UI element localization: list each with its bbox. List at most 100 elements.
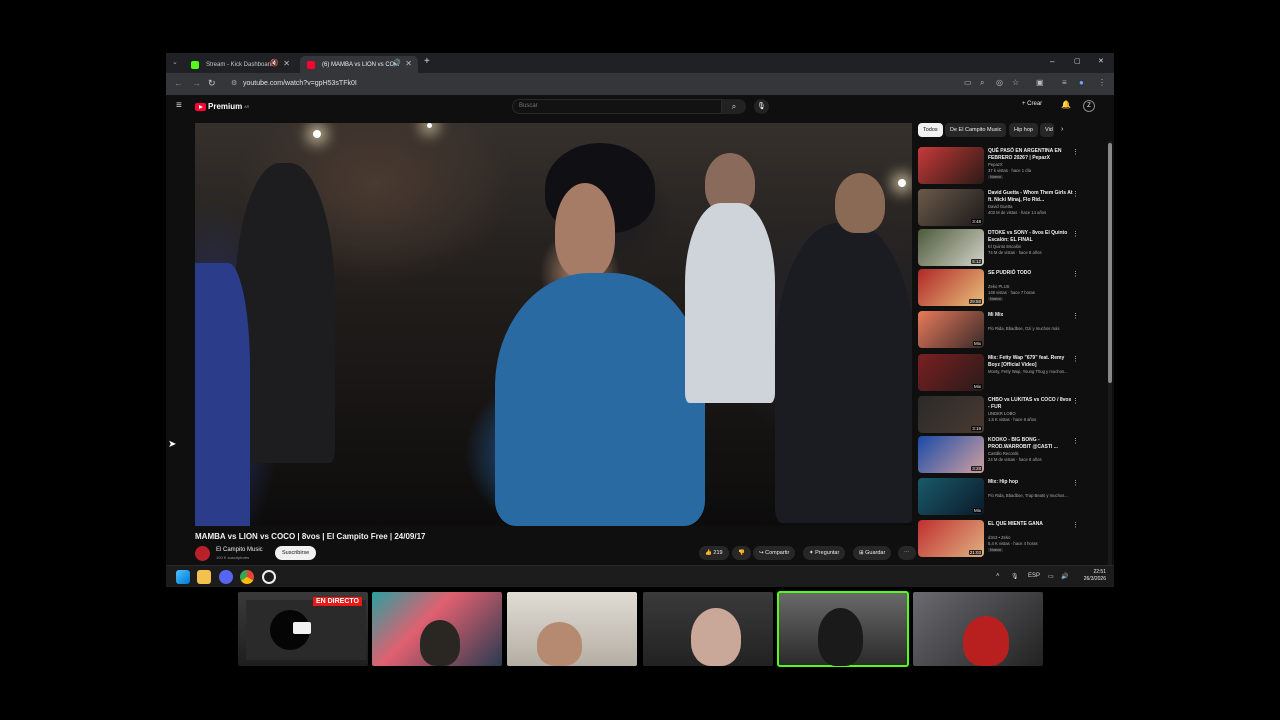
recommendation-channel[interactable]: UNDER LOBO [988,411,1074,416]
recommendation-channel[interactable]: Flo Rida, Bbadboe, Ozi y muchos más [988,326,1074,331]
dislike-button[interactable]: 👎 [732,546,751,560]
video-thumbnail[interactable] [918,147,984,184]
video-thumbnail[interactable]: 3:28 [918,436,984,473]
volume-icon[interactable]: 🔊 [1061,573,1068,580]
tray-overflow-icon[interactable]: ˄ [996,573,1000,579]
video-player[interactable] [195,123,912,526]
chrome-icon[interactable] [240,570,254,584]
close-tab-icon[interactable]: ✕ [405,59,412,68]
cast-icon[interactable]: ▭ [964,78,972,87]
cam-slot-live[interactable]: EN DIRECTO [238,592,368,666]
recommendation-item[interactable]: Mix Mix: Fetty Wap "679" feat. Remy Boyz … [918,354,1108,394]
reload-icon[interactable]: ↻ [208,78,216,89]
recommendation-channel[interactable]: David Guetta [988,204,1074,209]
speaker-icon[interactable]: 🔊 [392,59,401,67]
recommendation-channel[interactable]: PepazX [988,162,1074,167]
more-actions-button[interactable]: ⋯ [898,546,916,560]
recommendation-item[interactable]: 3:48 David Guetta - Whom Them Girls At ft… [918,189,1108,229]
zoom-icon[interactable]: ⌕ [980,78,984,88]
more-options-icon[interactable]: ⋮ [1072,312,1079,320]
video-thumbnail[interactable]: 5:12 [918,229,984,266]
profile-icon[interactable]: ● [1079,78,1084,87]
recommendation-item[interactable]: Mix Mix: Hip hop Flo Rida, Bbadboe, Trap B… [918,478,1108,518]
obs-icon[interactable] [262,570,276,584]
search-button[interactable]: ⌕ [722,99,746,114]
recommendation-item[interactable]: 3:19 CHBO vs LUKITAS vs COCO / 8vos - FUR… [918,396,1108,436]
minimize-button[interactable]: – [1050,57,1054,66]
clock[interactable]: 22:51 26/3/2026 [1084,569,1106,583]
chevron-right-icon[interactable]: › [1056,123,1068,137]
forward-icon[interactable]: → [192,78,201,88]
recommendation-item[interactable]: QUÉ PASÓ EN ARGENTINA EN FEBRERO 2026? |… [918,147,1108,187]
recommendation-item[interactable]: 29:58 SE PUDRIÓ TODO Zeko PLUS 148 vistas ·… [918,269,1108,309]
address-bar[interactable]: ⚙ youtube.com/watch?v=gpH53sTFk0I [226,76,956,92]
recommendation-title[interactable]: David Guetta - Whom Them Girls At ft. Ni… [988,190,1074,203]
more-options-icon[interactable]: ⋮ [1072,270,1079,278]
discord-icon[interactable] [219,570,233,584]
ask-button[interactable]: ✦ Preguntar [803,546,846,560]
account-avatar[interactable]: Z [1083,100,1095,112]
more-options-icon[interactable]: ⋮ [1072,190,1079,198]
mic-tray-icon[interactable]: 🎙 [1011,573,1019,580]
speaker-muted-icon[interactable]: 🔇 [270,59,279,67]
eye-off-icon[interactable]: ◎ [996,78,1003,87]
youtube-premium-logo[interactable]: Premium AR [195,102,249,111]
recommendation-item[interactable]: 21:03 EL QUE MIENTE GANA d3n3 • Zeko 5,4 K … [918,520,1108,560]
channel-avatar[interactable] [195,546,210,561]
scrollbar-thumb[interactable] [1108,143,1112,383]
recommendation-item[interactable]: 5:12 DTOKE vs SONY - 8vos El Quinto Escal… [918,229,1108,269]
recommendation-title[interactable]: Mix: Hip hop [988,479,1074,486]
more-options-icon[interactable]: ⋮ [1072,230,1079,238]
video-thumbnail[interactable]: Mix [918,354,984,391]
more-options-icon[interactable]: ⋮ [1072,521,1079,529]
recommendation-title[interactable]: Mi Mix [988,312,1074,319]
recommendation-channel[interactable]: Zeko PLUS [988,284,1074,289]
bookmark-star-icon[interactable]: ☆ [1012,78,1019,87]
tab-kick-dashboard[interactable]: Stream - Kick Dashboard 🔇 ✕ [184,56,296,73]
page-scrollbar[interactable] [1108,141,1112,587]
video-thumbnail[interactable]: Mix [918,311,984,348]
recommendation-title[interactable]: KOOKO - BIG BONG - PROD.WARROBIT @CASTI … [988,437,1074,450]
recommendation-channel[interactable]: El Quinto Escalón [988,244,1074,249]
maximize-button[interactable]: ▢ [1074,57,1081,65]
language-indicator[interactable]: ESP [1028,573,1040,579]
tab-search-icon[interactable]: ⌄ [172,58,178,66]
close-tab-icon[interactable]: ✕ [283,59,290,68]
more-options-icon[interactable]: ⋮ [1072,479,1079,487]
notifications-bell-icon[interactable]: 🔔 [1061,100,1071,109]
cam-slot-5[interactable] [777,591,909,667]
more-options-icon[interactable]: ⋮ [1072,355,1079,363]
subscribe-button[interactable]: Suscribirse [275,546,317,560]
video-thumbnail[interactable]: 21:03 [918,520,984,557]
more-options-icon[interactable]: ⋮ [1072,148,1079,156]
back-icon[interactable]: ← [174,78,183,88]
chip-vid[interactable]: Vid [1040,123,1054,137]
recommendation-title[interactable]: Mix: Fetty Wap "679" feat. Remy Boyz [Of… [988,355,1074,368]
chip-channel[interactable]: De El Campito Music [945,123,1007,137]
recommendation-title[interactable]: QUÉ PASÓ EN ARGENTINA EN FEBRERO 2026? |… [988,148,1074,161]
chip-todos[interactable]: Todos [918,123,943,137]
voice-search-button[interactable]: 🎙 [754,99,769,114]
media-icon[interactable]: ≡ [1062,78,1067,87]
cam-slot-4[interactable] [643,592,773,666]
more-options-icon[interactable]: ⋮ [1072,397,1079,405]
video-thumbnail[interactable]: Mix [918,478,984,515]
recommendation-channel[interactable]: Monty, Fetty Wap, Young Thug y muchos... [988,369,1074,374]
display-icon[interactable]: ▭ [1048,573,1054,580]
recommendation-title[interactable]: EL QUE MIENTE GANA [988,521,1074,528]
search-input[interactable]: Buscar [512,99,722,114]
recommendation-channel[interactable]: Castillo Records [988,451,1074,456]
hamburger-menu-icon[interactable]: ≡ [176,100,182,111]
start-button-icon[interactable] [176,570,190,584]
cam-slot-2[interactable] [372,592,502,666]
video-thumbnail[interactable]: 3:19 [918,396,984,433]
cam-slot-6[interactable] [913,592,1043,666]
video-thumbnail[interactable]: 29:58 [918,269,984,306]
recommendation-item[interactable]: 3:28 KOOKO - BIG BONG - PROD.WARROBIT @CA… [918,436,1108,476]
video-thumbnail[interactable]: 3:48 [918,189,984,226]
chip-hiphop[interactable]: Hip hop [1009,123,1038,137]
site-info-icon[interactable]: ⚙ [231,76,237,92]
recommendation-channel[interactable]: d3n3 • Zeko [988,535,1074,540]
file-explorer-icon[interactable] [197,570,211,584]
create-button[interactable]: + Crear [1022,101,1042,107]
